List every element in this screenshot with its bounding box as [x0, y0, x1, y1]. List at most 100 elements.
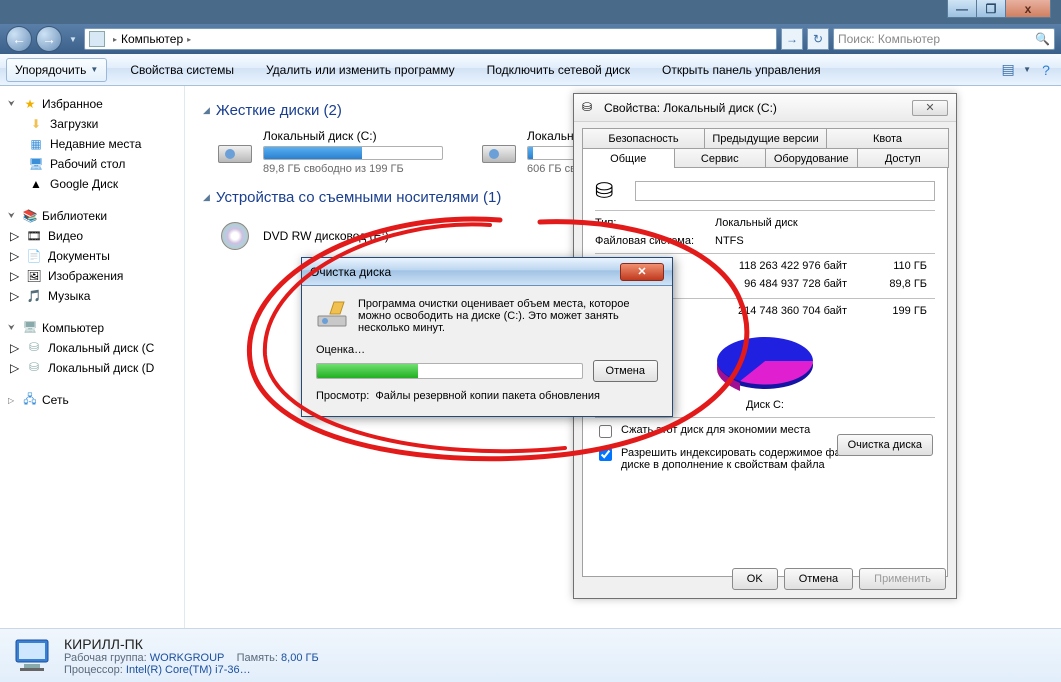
sidebar-item-recent[interactable]: ▦Недавние места: [0, 134, 184, 154]
drive-label: DVD RW дисковод (E:): [263, 229, 389, 243]
sidebar-network[interactable]: ▷🖧Сеть: [0, 390, 184, 410]
sidebar-favorites[interactable]: ⮟★Избранное: [0, 94, 184, 114]
scanning-label: Просмотр:: [316, 390, 369, 402]
fs-label: Файловая система:: [595, 235, 715, 247]
drive-icon: ⛁: [26, 340, 42, 356]
maximize-button[interactable]: ❐: [976, 0, 1006, 18]
used-gb: 110 ГБ: [867, 260, 927, 274]
tab-hardware[interactable]: Оборудование: [765, 148, 858, 168]
cleanup-progress: [316, 363, 583, 379]
control-panel-button[interactable]: Открыть панель управления: [653, 58, 830, 82]
drive-icon: [479, 129, 519, 169]
properties-titlebar[interactable]: ⛁ Свойства: Локальный диск (C:) ✕: [574, 94, 956, 122]
tab-tools[interactable]: Сервис: [674, 148, 767, 168]
type-label: Тип:: [595, 217, 715, 229]
music-icon: 🎵: [26, 288, 42, 304]
chevron-down-icon[interactable]: ▼: [1023, 65, 1031, 74]
sidebar-item-music[interactable]: ▷🎵Музыка: [0, 286, 184, 306]
sidebar-item-drive-d[interactable]: ▷⛁Локальный диск (D: [0, 358, 184, 378]
search-input[interactable]: Поиск: Компьютер 🔍: [833, 28, 1055, 50]
computer-icon: [89, 31, 105, 47]
sidebar-item-desktop[interactable]: 🖥Рабочий стол: [0, 154, 184, 174]
sidebar-item-video[interactable]: ▷🎞Видео: [0, 226, 184, 246]
cleanup-icon: [316, 298, 348, 330]
uninstall-program-button[interactable]: Удалить или изменить программу: [257, 58, 464, 82]
tab-security[interactable]: Безопасность: [582, 128, 705, 148]
forward-button[interactable]: →: [36, 26, 62, 52]
drive-free-text: 89,8 ГБ свободно из 199 ГБ: [263, 163, 443, 175]
sidebar-libraries[interactable]: ⮟📚Библиотеки: [0, 206, 184, 226]
system-properties-button[interactable]: Свойства системы: [121, 58, 243, 82]
drive-icon: ⛁: [595, 178, 635, 204]
close-button[interactable]: ✕: [912, 100, 948, 116]
disk-cleanup-button[interactable]: Очистка диска: [837, 434, 933, 456]
used-bytes: 118 263 422 976 байт: [727, 260, 847, 274]
apply-button[interactable]: Применить: [859, 568, 946, 590]
details-pane: КИРИЛЛ-ПК Рабочая группа: WORKGROUP Памя…: [0, 628, 1061, 682]
refresh-button[interactable]: ↻: [807, 28, 829, 50]
computer-large-icon: [10, 636, 54, 676]
breadcrumb[interactable]: ▸ Компьютер ▸: [84, 28, 777, 50]
window-controls: — ❐ x: [948, 0, 1051, 18]
capacity-bytes: 214 748 360 704 байт: [727, 305, 847, 319]
tab-general[interactable]: Общие: [582, 148, 675, 168]
ok-button[interactable]: OK: [732, 568, 778, 590]
drive-c[interactable]: Локальный диск (C:) 89,8 ГБ свободно из …: [215, 129, 443, 175]
search-placeholder: Поиск: Компьютер: [838, 32, 940, 46]
cleanup-titlebar[interactable]: Очистка диска ✕: [302, 258, 672, 286]
star-icon: ★: [22, 96, 38, 112]
recent-icon: ▦: [28, 136, 44, 152]
go-button[interactable]: →: [781, 28, 803, 50]
cleanup-message: Программа очистки оценивает объем места,…: [358, 298, 658, 334]
back-button[interactable]: ←: [6, 26, 32, 52]
cancel-button[interactable]: Отмена: [593, 360, 658, 382]
chevron-down-icon: ▼: [90, 65, 98, 74]
breadcrumb-sep-icon: ▸: [113, 35, 117, 44]
close-button[interactable]: ✕: [620, 263, 664, 281]
search-icon: 🔍: [1035, 32, 1050, 46]
scanning-value: Файлы резервной копии пакета обновления: [375, 390, 600, 402]
drive-label: Локальный диск (C:): [263, 129, 443, 143]
history-dropdown[interactable]: ▼: [66, 26, 80, 52]
cleanup-title: Очистка диска: [310, 265, 391, 279]
sidebar-computer[interactable]: ⮟🖥Компьютер: [0, 318, 184, 338]
type-value: Локальный диск: [715, 217, 798, 229]
dvd-icon: [215, 216, 255, 256]
drive-usage-bar: [263, 146, 443, 160]
close-button[interactable]: x: [1005, 0, 1051, 18]
breadcrumb-root[interactable]: Компьютер: [121, 32, 183, 46]
sidebar-item-downloads[interactable]: ⬇Загрузки: [0, 114, 184, 134]
sidebar-item-images[interactable]: ▷🖼Изображения: [0, 266, 184, 286]
map-drive-button[interactable]: Подключить сетевой диск: [478, 58, 639, 82]
video-icon: 🎞: [26, 228, 42, 244]
free-bytes: 96 484 937 728 байт: [727, 278, 847, 292]
sidebar: ⮟★Избранное ⬇Загрузки ▦Недавние места 🖥Р…: [0, 86, 185, 628]
sidebar-item-drive-c[interactable]: ▷⛁Локальный диск (C: [0, 338, 184, 358]
tab-sharing[interactable]: Доступ: [857, 148, 950, 168]
computer-icon: 🖥: [22, 320, 38, 336]
organize-button[interactable]: Упорядочить▼: [6, 58, 107, 82]
sidebar-item-gdrive[interactable]: ▲Google Диск: [0, 174, 184, 194]
view-icon[interactable]: ▤: [999, 61, 1017, 79]
download-icon: ⬇: [28, 116, 44, 132]
address-bar: ← → ▼ ▸ Компьютер ▸ → ↻ Поиск: Компьютер…: [0, 24, 1061, 54]
minimize-button[interactable]: —: [947, 0, 977, 18]
document-icon: 📄: [26, 248, 42, 264]
drive-icon: [215, 129, 255, 169]
help-icon[interactable]: ?: [1037, 61, 1055, 79]
tab-previous-versions[interactable]: Предыдущие версии: [704, 128, 827, 148]
computer-name: КИРИЛЛ-ПК: [64, 636, 319, 652]
volume-name-input[interactable]: [635, 181, 935, 201]
drive-icon: ⛁: [582, 100, 598, 116]
properties-title: Свойства: Локальный диск (C:): [604, 101, 777, 115]
tab-quota[interactable]: Квота: [826, 128, 949, 148]
usage-pie: [710, 325, 820, 397]
toolbar: Упорядочить▼ Свойства системы Удалить ил…: [0, 54, 1061, 86]
capacity-gb: 199 ГБ: [867, 305, 927, 319]
cancel-button[interactable]: Отмена: [784, 568, 853, 590]
breadcrumb-sep-icon[interactable]: ▸: [187, 35, 191, 44]
library-icon: 📚: [22, 208, 38, 224]
drive-icon: ⛁: [26, 360, 42, 376]
network-icon: 🖧: [22, 392, 38, 408]
sidebar-item-documents[interactable]: ▷📄Документы: [0, 246, 184, 266]
